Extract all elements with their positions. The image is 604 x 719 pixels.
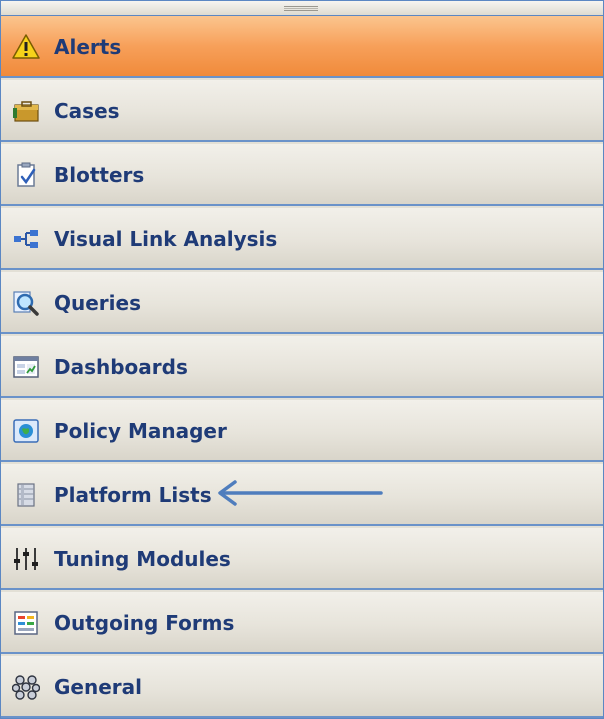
briefcase-icon xyxy=(12,97,40,125)
nav-item-label: Queries xyxy=(54,291,141,315)
annotation-arrow-icon xyxy=(215,479,383,507)
nav-item-dashboards[interactable]: Dashboards xyxy=(1,336,603,398)
resize-bar[interactable] xyxy=(1,1,603,16)
dashboard-icon xyxy=(12,353,40,381)
link-diagram-icon xyxy=(12,225,40,253)
nav-item-queries[interactable]: Queries xyxy=(1,272,603,334)
list-database-icon xyxy=(12,481,40,509)
nav-item-outgoing-forms[interactable]: Outgoing Forms xyxy=(1,592,603,654)
policy-globe-icon xyxy=(12,417,40,445)
nav-item-cases[interactable]: Cases xyxy=(1,80,603,142)
nav-item-label: Platform Lists xyxy=(54,483,212,507)
nav-item-tuning-modules[interactable]: Tuning Modules xyxy=(1,528,603,590)
nav-item-label: Dashboards xyxy=(54,355,188,379)
resize-grip-icon[interactable] xyxy=(284,6,318,11)
nav-item-label: Outgoing Forms xyxy=(54,611,235,635)
clipboard-check-icon xyxy=(12,161,40,189)
nav-item-blotters[interactable]: Blotters xyxy=(1,144,603,206)
nav-item-label: General xyxy=(54,675,142,699)
nav-item-label: Policy Manager xyxy=(54,419,227,443)
magnifier-icon xyxy=(12,289,40,317)
sliders-icon xyxy=(12,545,40,573)
navigation-panel: Alerts Cases Blotters Visual Link Analys… xyxy=(0,0,604,719)
nav-item-alerts[interactable]: Alerts xyxy=(1,16,603,78)
nav-item-label: Blotters xyxy=(54,163,145,187)
nav-item-policy-manager[interactable]: Policy Manager xyxy=(1,400,603,462)
cluster-icon xyxy=(12,673,40,701)
nav-item-label: Tuning Modules xyxy=(54,547,231,571)
nav-item-visual-link-analysis[interactable]: Visual Link Analysis xyxy=(1,208,603,270)
nav-item-general[interactable]: General xyxy=(1,656,603,718)
warning-icon xyxy=(12,33,40,61)
nav-item-label: Visual Link Analysis xyxy=(54,227,278,251)
nav-item-label: Alerts xyxy=(54,35,122,59)
form-icon xyxy=(12,609,40,637)
nav-item-label: Cases xyxy=(54,99,120,123)
